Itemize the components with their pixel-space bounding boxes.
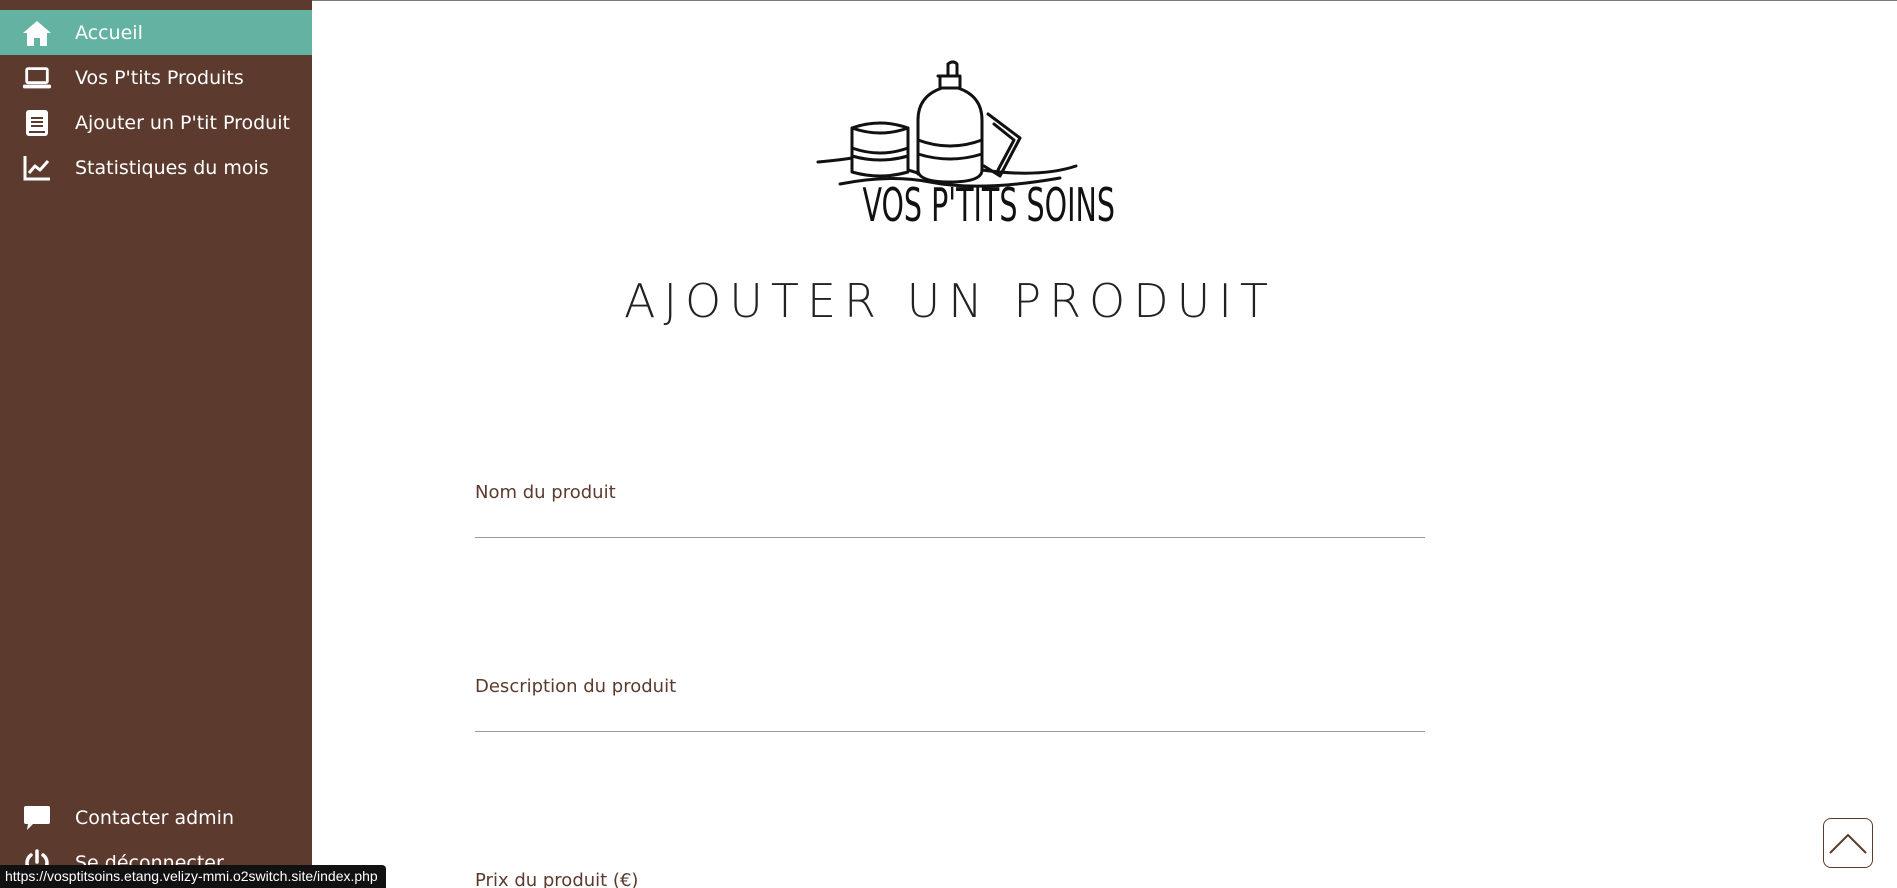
sidebar-item-produits[interactable]: Vos P'tits Produits — [0, 55, 312, 100]
product-price-label: Prix du produit (€) — [475, 870, 639, 888]
sidebar-item-label: Vos P'tits Produits — [75, 66, 244, 89]
book-icon — [22, 108, 52, 138]
product-name-field: Nom du produit — [475, 482, 1425, 538]
product-description-field: Description du produit — [475, 676, 1425, 732]
sidebar-item-label: Ajouter un P'tit Produit — [75, 111, 290, 134]
product-name-input[interactable] — [475, 513, 1425, 538]
laptop-icon — [22, 63, 52, 93]
sidebar: Accueil Vos P'tits Produits Ajouter un P… — [0, 0, 312, 888]
sidebar-item-label: Contacter admin — [75, 806, 234, 829]
chat-bubble-icon — [22, 803, 52, 833]
cosmetics-illustration-icon — [816, 60, 1078, 188]
chart-line-icon — [22, 153, 52, 183]
home-icon — [22, 18, 52, 48]
sidebar-item-ajouter[interactable]: Ajouter un P'tit Produit — [0, 100, 312, 145]
scroll-to-top-button[interactable] — [1823, 818, 1873, 868]
product-price-field: Prix du produit (€) — [475, 870, 1425, 888]
sidebar-item-contact[interactable]: Contacter admin — [0, 795, 312, 840]
page-title: AJOUTER UN PRODUIT — [623, 274, 1277, 328]
sidebar-item-label: Accueil — [75, 21, 143, 44]
product-description-label: Description du produit — [475, 676, 677, 697]
browser-status-url: https://vosptitsoins.etang.velizy-mmi.o2… — [0, 865, 386, 888]
logo-text: VOS P'TITS SOINS — [862, 178, 1115, 232]
top-divider — [312, 0, 1897, 1]
brand-logo: VOS P'TITS SOINS — [810, 58, 1115, 248]
sidebar-item-label: Statistiques du mois — [75, 156, 269, 179]
sidebar-item-accueil[interactable]: Accueil — [0, 10, 312, 55]
page: Accueil Vos P'tits Produits Ajouter un P… — [0, 0, 1897, 888]
product-description-input[interactable] — [475, 707, 1425, 732]
sidebar-item-statistiques[interactable]: Statistiques du mois — [0, 145, 312, 190]
chevron-up-icon — [1829, 833, 1867, 854]
product-name-label: Nom du produit — [475, 482, 616, 503]
